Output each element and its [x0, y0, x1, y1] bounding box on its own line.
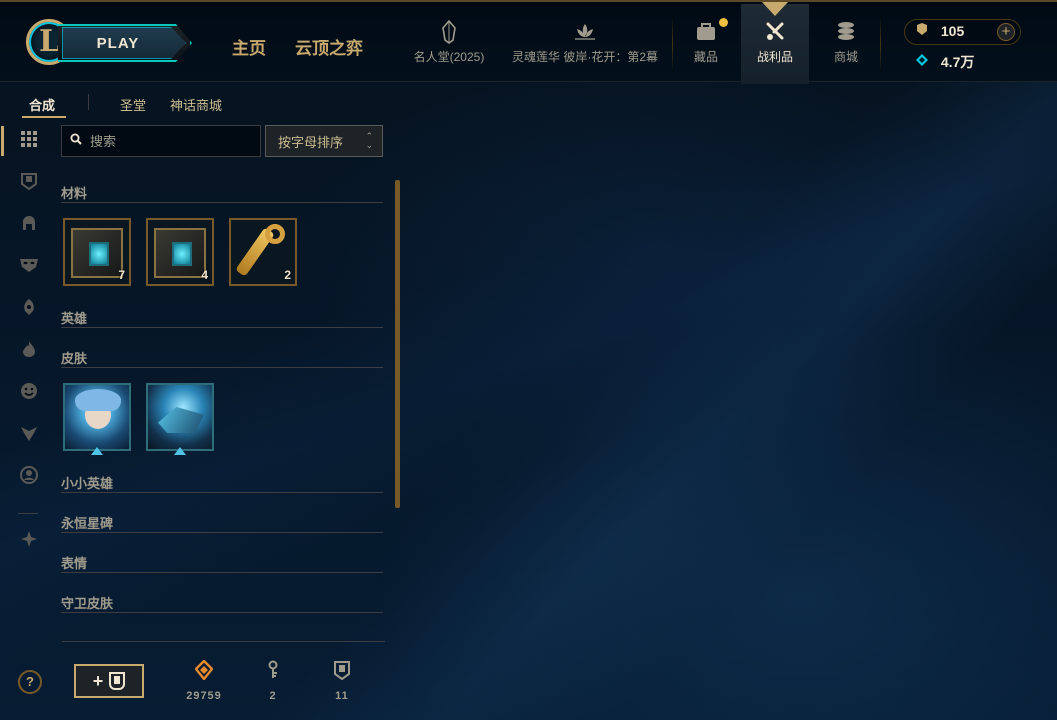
lotus-icon [510, 20, 660, 44]
craft-chest-button[interactable]: + [74, 664, 144, 698]
blue-essence-icon [915, 54, 933, 70]
loot-tile-skin-shard[interactable] [146, 383, 214, 451]
category-divider [61, 327, 383, 328]
top-bar: L PLAY 主页 云顶之弈 名人堂(2025) 灵魂莲华 彼岸·花开：第2幕 … [0, 0, 1057, 84]
nav-collection[interactable]: 藏品 [686, 20, 726, 65]
orange-essence-count: 29759 [186, 690, 222, 702]
subnav-divider [88, 94, 89, 110]
profile-icon[interactable] [18, 466, 40, 488]
helmet-icon[interactable] [18, 214, 40, 236]
category-skins[interactable]: 皮肤 [61, 348, 87, 367]
divider [880, 16, 881, 72]
be-amount: 4.7万 [940, 54, 975, 70]
help-button[interactable]: ? [18, 670, 42, 694]
ward-icon[interactable] [18, 298, 40, 320]
search-input[interactable] [90, 133, 250, 149]
crystal-icon [412, 19, 486, 44]
tile-count: 2 [284, 268, 291, 282]
rp-icon [915, 23, 933, 39]
search-field[interactable] [61, 125, 261, 157]
nav-store[interactable]: 商城 [826, 20, 866, 65]
skin-portrait-icon [148, 385, 212, 449]
rp-amount: 105 [940, 23, 965, 39]
sort-label: 按字母排序 [278, 134, 344, 150]
orange-essence-stat: 29759 [174, 659, 234, 702]
category-emotes[interactable]: 表情 [61, 553, 87, 572]
logo-letter-icon: L [39, 24, 61, 59]
category-little-legends[interactable]: 小小英雄 [61, 473, 113, 492]
nav-collection-label: 藏品 [693, 50, 718, 64]
category-divider [61, 367, 383, 368]
tab-sanctum[interactable]: 圣堂 [120, 95, 146, 114]
nav-loot-label: 战利品 [756, 50, 793, 64]
chest-count: 11 [335, 690, 349, 702]
store-coins-icon [826, 20, 866, 44]
divider [672, 16, 673, 72]
category-divider [61, 532, 383, 533]
craft-plus-label: + [92, 670, 104, 691]
category-divider [61, 572, 383, 573]
orange-essence-icon [174, 659, 234, 684]
category-champions[interactable]: 英雄 [61, 308, 87, 327]
notification-dot [719, 18, 728, 27]
key-fragment-count: 2 [269, 690, 277, 702]
nav-event-label: 灵魂莲华 彼岸·花开：第2幕 [511, 50, 658, 64]
masterwork-chest-icon [154, 228, 206, 278]
loot-icon [752, 20, 798, 44]
active-tab-underline [22, 116, 66, 118]
category-divider [61, 202, 383, 203]
sort-arrows-icon: ⌃ ⌄ [365, 131, 373, 150]
grid-icon[interactable] [18, 130, 40, 152]
nav-hall-of-legends[interactable]: 名人堂(2025) [412, 19, 486, 65]
rail-active-indicator [1, 126, 4, 156]
tab-crafting[interactable]: 合成 [29, 95, 55, 114]
chest-count-icon [312, 660, 372, 684]
nav-loot[interactable]: 战利品 [752, 20, 798, 65]
tab-mythic-shop[interactable]: 神话商城 [170, 95, 222, 114]
rarity-marker-icon [91, 447, 103, 455]
loot-tile-hextech-key[interactable]: 2 [229, 218, 297, 286]
rail-divider [18, 513, 38, 514]
scrollbar[interactable] [395, 180, 400, 508]
misc-icon[interactable] [18, 530, 40, 552]
nav-tft[interactable]: 云顶之弈 [295, 34, 363, 59]
buy-rp-button[interactable]: + [997, 23, 1015, 41]
footer-divider [62, 641, 385, 642]
key-head [265, 224, 285, 244]
be-balance: 4.7万 [915, 52, 974, 72]
category-eternals[interactable]: 永恒星碑 [61, 513, 113, 532]
chest-icon [109, 672, 126, 690]
category-materials[interactable]: 材料 [61, 183, 87, 202]
category-divider [61, 612, 383, 613]
search-icon [70, 132, 82, 150]
nav-event[interactable]: 灵魂莲华 彼岸·花开：第2幕 [510, 20, 660, 65]
category-ward-skins[interactable]: 守卫皮肤 [61, 593, 113, 612]
emote-icon[interactable] [18, 382, 40, 404]
skin-portrait-icon [65, 385, 129, 449]
nav-hall-label: 名人堂(2025) [413, 50, 485, 64]
mask-icon[interactable] [18, 256, 40, 278]
nav-store-label: 商城 [833, 50, 858, 64]
loot-tile-hextech-chest[interactable]: 7 [63, 218, 131, 286]
key-fragment-icon [243, 660, 303, 684]
nav-home[interactable]: 主页 [232, 34, 266, 59]
rp-balance: 105 [915, 22, 964, 39]
hextech-chest-icon [71, 228, 123, 278]
chest-filter-icon[interactable] [18, 172, 40, 194]
chest-count-stat: 11 [312, 660, 372, 702]
tft-icon[interactable] [18, 424, 40, 446]
key-fragment-stat: 2 [243, 660, 303, 702]
category-divider [61, 492, 383, 493]
loot-tile-skin-shard[interactable] [63, 383, 131, 451]
tile-count: 4 [201, 268, 208, 282]
play-button[interactable]: PLAY [62, 27, 186, 59]
rarity-marker-icon [174, 447, 186, 455]
loot-tile-masterwork-chest[interactable]: 4 [146, 218, 214, 286]
flame-icon[interactable] [18, 340, 40, 362]
sort-dropdown[interactable]: 按字母排序 ⌃ ⌄ [265, 125, 383, 157]
tile-count: 7 [118, 268, 125, 282]
active-tab-caret [762, 2, 788, 16]
